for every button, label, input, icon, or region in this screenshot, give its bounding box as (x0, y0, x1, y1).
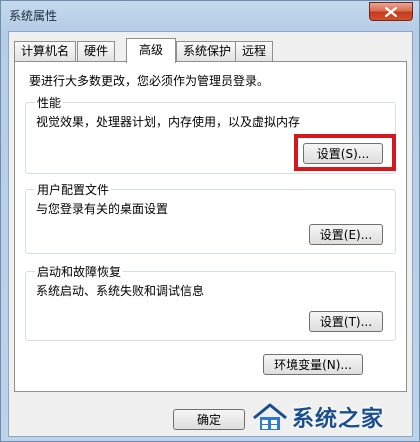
tab-computer-name[interactable]: 计算机名 (14, 41, 77, 61)
startup-recovery-title: 启动和故障恢复 (35, 263, 124, 280)
user-profiles-title: 用户配置文件 (35, 181, 112, 198)
dialog-body: 计算机名 硬件 高级 系统保护 远程 要进行大多数更改，您必须作为管理员登录。 … (8, 31, 413, 437)
close-button[interactable] (369, 2, 413, 21)
startup-recovery-desc: 系统启动、系统失败和调试信息 (36, 284, 205, 298)
user-profiles-settings-button[interactable]: 设置(E)... (309, 224, 383, 245)
admin-notice: 要进行大多数更改，您必须作为管理员登录。 (29, 74, 270, 88)
tab-system-protection[interactable]: 系统保护 (176, 41, 239, 61)
highlight-box (294, 134, 396, 171)
user-profiles-desc: 与您登录有关的桌面设置 (36, 202, 169, 216)
house-logo-icon (252, 402, 288, 432)
watermark-text: 系统之家 (292, 407, 385, 432)
tab-hardware[interactable]: 硬件 (77, 41, 116, 61)
performance-desc: 视觉效果，处理器计划，内存使用，以及虚拟内存 (36, 115, 301, 129)
performance-title: 性能 (35, 94, 64, 111)
user-profiles-group: 用户配置文件 与您登录有关的桌面设置 设置(E)... (25, 181, 396, 254)
environment-variables-button[interactable]: 环境变量(N)... (263, 354, 363, 375)
watermark: 系统之家 (252, 392, 420, 442)
tab-advanced[interactable]: 高级 (126, 38, 176, 63)
startup-recovery-settings-button[interactable]: 设置(T)... (309, 311, 383, 332)
title-bar[interactable]: 系统属性 (1, 1, 419, 29)
close-icon (385, 6, 397, 17)
ok-button[interactable]: 确定 (173, 409, 245, 430)
system-properties-window: 系统属性 计算机名 硬件 高级 系统保护 远程 要进行大多数更改，您必须作为管理… (0, 0, 420, 442)
advanced-panel: 要进行大多数更改，您必须作为管理员登录。 性能 视觉效果，处理器计划，内存使用，… (14, 61, 407, 392)
window-title: 系统属性 (9, 9, 58, 23)
tab-remote[interactable]: 远程 (235, 41, 274, 61)
startup-recovery-group: 启动和故障恢复 系统启动、系统失败和调试信息 设置(T)... (25, 263, 396, 341)
